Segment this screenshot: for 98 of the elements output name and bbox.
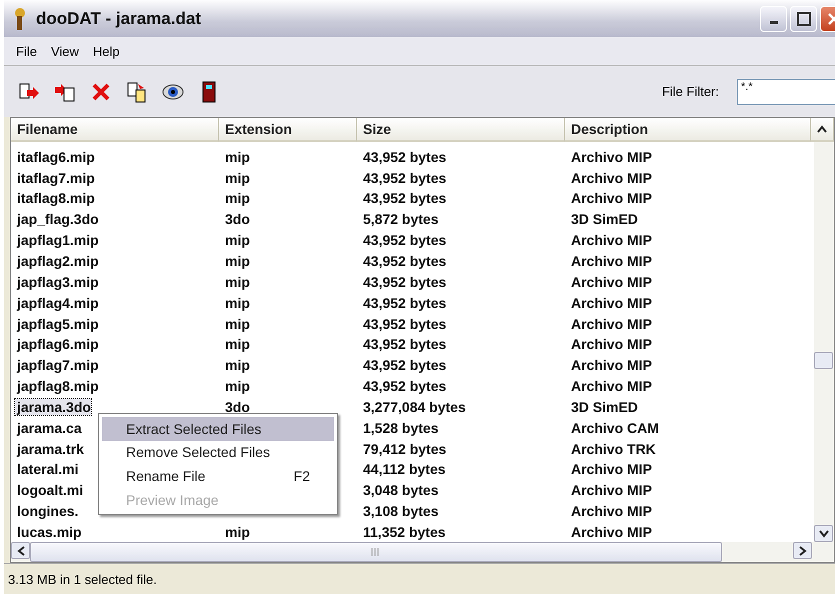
description-cell-text: Archivo MIP: [570, 316, 652, 332]
filename-cell[interactable]: jarama.ca: [11, 420, 82, 436]
filename-cell[interactable]: lateral.mi: [11, 461, 78, 478]
extension-cell-text: mip: [224, 190, 250, 206]
description-cell-text: Archivo MIP: [570, 503, 652, 520]
description-cell-text: Archivo CAM: [570, 420, 659, 436]
column-header[interactable]: Extension: [219, 118, 357, 142]
size-cell-text: 43,952 bytes: [362, 336, 446, 352]
menu-item[interactable]: View: [44, 44, 85, 59]
extension-cell-text: mip: [224, 274, 250, 290]
column-header[interactable]: Filename: [11, 118, 219, 142]
context-menu-item[interactable]: Remove Selected Files: [102, 440, 334, 464]
context-menu-item[interactable]: Extract Selected Files: [102, 417, 334, 441]
horizontal-scroll-thumb[interactable]: [30, 542, 722, 562]
scroll-left-button[interactable]: [11, 542, 30, 560]
size-cell-text: 43,952 bytes: [362, 316, 446, 332]
size-cell-text: 3,108 bytes: [362, 503, 438, 520]
size-cell-text: 43,952 bytes: [362, 294, 446, 311]
filename-cell[interactable]: itaflag6.mip: [11, 148, 95, 165]
status-bar: 3.13 MB in 1 selected file.: [4, 563, 835, 594]
description-cell-text: Archivo MIP: [570, 253, 652, 270]
filename-cell[interactable]: itaflag7.mip: [11, 170, 95, 186]
filename-cell[interactable]: japflag1.mip: [11, 232, 99, 248]
filter-field[interactable]: *.*: [737, 78, 835, 105]
documents-icon[interactable]: [126, 80, 148, 103]
size-cell-text: 43,952 bytes: [362, 232, 446, 248]
description-cell-text: Archivo MIP: [570, 232, 652, 248]
filename-cell[interactable]: japflag3.mip: [11, 274, 99, 290]
description-cell-text: 3D SimED: [570, 211, 638, 228]
filename-cell[interactable]: jarama.trk: [11, 440, 84, 457]
description-cell-text: Archivo MIP: [570, 190, 652, 206]
delete-icon[interactable]: [90, 80, 112, 103]
extension-cell-text: mip: [224, 148, 250, 165]
menu-item[interactable]: File: [10, 44, 43, 59]
extension-cell-text: mip: [224, 232, 250, 248]
description-cell-text: Archivo MIP: [570, 336, 652, 352]
size-cell-text: 5,872 bytes: [362, 211, 438, 228]
filename-cell[interactable]: japflag5.mip: [11, 316, 99, 332]
extension-cell-text: mip: [224, 294, 250, 311]
description-cell-text: Archivo MIP: [570, 274, 652, 290]
extension-cell-text: mip: [224, 316, 250, 332]
minimize-button[interactable]: [760, 6, 787, 32]
filename-cell[interactable]: jap_flag.3do: [11, 211, 99, 228]
filter-label: File Filter:: [662, 84, 719, 100]
size-cell-text: 43,952 bytes: [362, 170, 446, 186]
scroll-down-button[interactable]: [814, 525, 833, 542]
filename-cell[interactable]: longines.: [11, 503, 78, 520]
filename-cell[interactable]: lucas.mip: [11, 524, 82, 540]
filename-cell[interactable]: japflag6.mip: [11, 336, 99, 352]
size-cell-text: 3,277,084 bytes: [362, 398, 466, 415]
size-cell-text: 3,048 bytes: [362, 482, 438, 498]
minimize-icon: [770, 21, 778, 24]
description-cell-text: Archivo MIP: [570, 378, 652, 394]
size-cell-text: 43,952 bytes: [362, 357, 446, 374]
extension-cell-text: 3do: [224, 398, 250, 415]
extension-cell-text: mip: [224, 524, 250, 540]
description-cell-text: Archivo MIP: [570, 170, 652, 186]
column-header[interactable]: Description: [565, 118, 811, 142]
size-cell-text: 43,952 bytes: [362, 274, 446, 290]
description-cell-text: Archivo MIP: [570, 482, 652, 498]
extension-cell-text: mip: [224, 357, 250, 374]
size-cell-text: 43,952 bytes: [362, 148, 446, 165]
extension-cell-text: mip: [224, 253, 250, 270]
description-cell-text: 3D SimED: [570, 398, 638, 415]
size-cell-text: 43,952 bytes: [362, 253, 446, 270]
size-cell-text: 11,352 bytes: [362, 524, 446, 540]
size-cell-text: 79,412 bytes: [362, 440, 446, 457]
window-title: dooDAT - jarama.dat: [36, 8, 202, 29]
size-cell-text: 1,528 bytes: [362, 420, 438, 436]
extension-cell-text: 3do: [224, 211, 250, 228]
size-cell-text: 43,952 bytes: [362, 378, 446, 394]
filename-cell[interactable]: jarama.3do: [15, 398, 91, 415]
scroll-right-button[interactable]: [793, 542, 812, 560]
size-cell-text: 43,952 bytes: [362, 190, 446, 206]
extension-cell-text: mip: [224, 378, 250, 394]
filename-cell[interactable]: japflag4.mip: [11, 294, 99, 311]
maximize-icon: [796, 12, 810, 26]
description-cell-text: Archivo TRK: [570, 440, 656, 457]
size-cell-text: 44,112 bytes: [362, 461, 446, 478]
maximize-button[interactable]: [790, 6, 817, 32]
description-cell-text: Archivo MIP: [570, 524, 652, 540]
scroll-up-button[interactable]: [811, 118, 834, 142]
extension-cell-text: mip: [224, 170, 250, 186]
filename-cell[interactable]: japflag2.mip: [11, 253, 99, 270]
filename-cell[interactable]: japflag7.mip: [11, 357, 99, 374]
context-menu-item[interactable]: Rename File F2: [102, 464, 334, 488]
filename-cell[interactable]: logoalt.mi: [11, 482, 84, 498]
scroll-thumb[interactable]: [814, 352, 833, 370]
column-header[interactable]: Size: [357, 118, 565, 142]
app-logo-icon: [12, 6, 28, 31]
menu-item[interactable]: Help: [86, 44, 126, 59]
description-cell-text: Archivo MIP: [570, 461, 652, 478]
filename-cell[interactable]: itaflag8.mip: [11, 190, 95, 206]
description-cell-text: Archivo MIP: [570, 148, 652, 165]
description-cell-text: Archivo MIP: [570, 357, 652, 374]
filename-cell[interactable]: japflag8.mip: [11, 378, 99, 394]
extension-cell-text: mip: [224, 336, 250, 352]
description-cell-text: Archivo MIP: [570, 294, 652, 311]
